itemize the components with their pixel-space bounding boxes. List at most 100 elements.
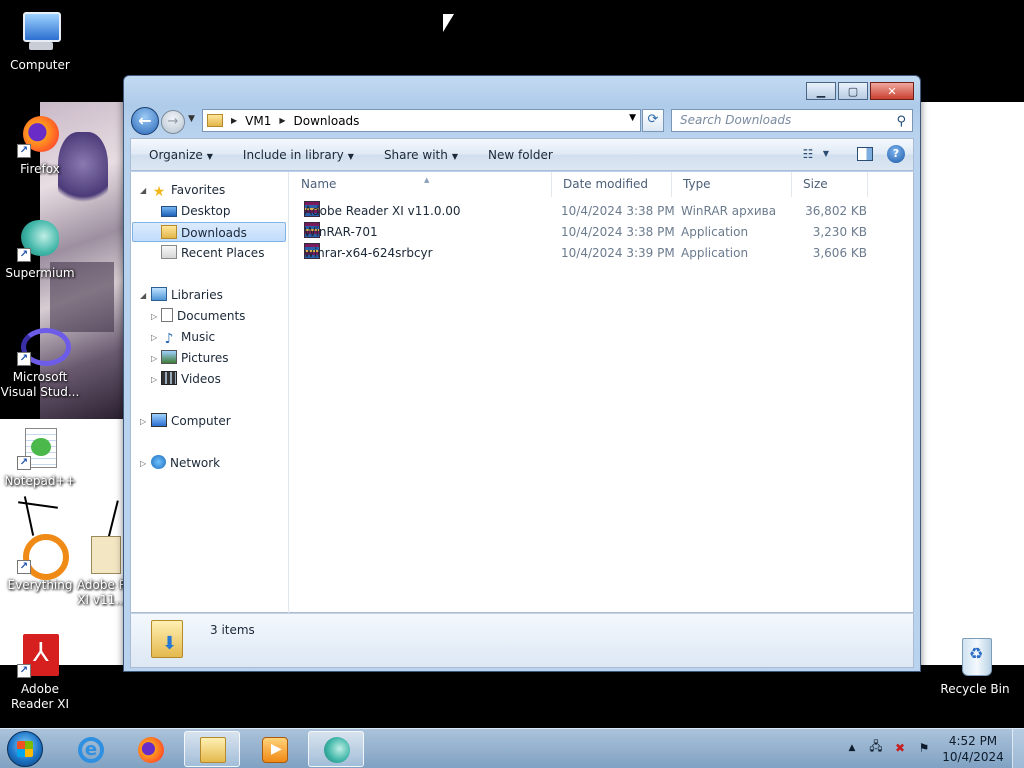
file-size: 3,606 KB: [812, 246, 867, 260]
desktop-icon-notepad-plus-plus[interactable]: ↗ Notepad++: [0, 424, 80, 489]
column-header-size[interactable]: Size: [792, 172, 868, 197]
nav-item-videos[interactable]: Videos: [161, 369, 221, 389]
desktop-icon-everything[interactable]: ↗ Everything: [0, 528, 80, 593]
taskbar-media-player[interactable]: [246, 731, 302, 767]
expand-triangle-icon[interactable]: ▷: [151, 354, 157, 363]
expand-triangle-icon[interactable]: ▷: [151, 375, 157, 384]
explorer-window: ▁ ▢ ✕ ← → ▼ ▶ VM1 ▶ Downloads ▼ ⟳ Search…: [123, 75, 921, 672]
organize-button[interactable]: Organize ▼: [149, 148, 213, 162]
address-bar[interactable]: ▶ VM1 ▶ Downloads ▼: [202, 109, 641, 132]
desktop-icon: [161, 206, 177, 217]
refresh-button[interactable]: ⟳: [642, 109, 664, 132]
include-in-library-button[interactable]: Include in library ▼: [243, 148, 354, 162]
forward-button[interactable]: →: [161, 110, 185, 134]
back-button[interactable]: ←: [131, 107, 159, 135]
mouse-cursor-icon: [443, 14, 454, 32]
show-hidden-icons-icon[interactable]: ▲: [842, 743, 862, 753]
network-status-icon[interactable]: 🖧: [866, 737, 886, 758]
nav-label: Downloads: [181, 226, 247, 240]
desktop-icon-adobe-reader-folder[interactable]: Adobe R XI v11...: [74, 528, 130, 608]
expand-triangle-icon[interactable]: ▷: [151, 312, 157, 321]
breadcrumb-vm1[interactable]: VM1: [245, 114, 271, 128]
window-controls: ▁ ▢ ✕: [806, 82, 914, 100]
share-with-label: Share with: [383, 147, 448, 162]
search-input[interactable]: Search Downloads ⚲: [671, 109, 913, 132]
expand-triangle-icon[interactable]: ▷: [140, 417, 146, 426]
table-row[interactable]: [290, 276, 890, 297]
change-view-icon[interactable]: ☷: [799, 146, 817, 162]
nav-item-music[interactable]: ♪ Music: [161, 327, 216, 347]
file-type: Application: [681, 225, 749, 239]
nav-item-libraries[interactable]: Libraries: [151, 285, 223, 305]
chevron-down-icon[interactable]: ▼: [629, 113, 636, 123]
help-icon[interactable]: ?: [887, 145, 905, 163]
volume-muted-icon[interactable]: ✖: [890, 741, 910, 755]
nav-item-pictures[interactable]: Pictures: [161, 348, 229, 368]
chevron-down-icon[interactable]: ▼: [817, 146, 835, 162]
taskbar-supermium[interactable]: [308, 731, 364, 767]
desktop-icon-adobe-reader[interactable]: ↗ Adobe Reader XI: [0, 632, 80, 712]
table-row[interactable]: Adobe Reader XI v11.0.00 10/4/2024 3:38 …: [289, 201, 889, 222]
search-icon[interactable]: ⚲: [896, 111, 906, 132]
new-folder-button[interactable]: New folder: [488, 148, 553, 162]
minimize-button[interactable]: ▁: [806, 82, 836, 100]
desktop-icon-visual-studio[interactable]: ↗ Microsoft Visual Stud...: [0, 320, 80, 400]
clock[interactable]: 4:52 PM 10/4/2024: [938, 733, 1008, 765]
taskbar-firefox[interactable]: [122, 731, 178, 767]
expand-triangle-icon[interactable]: ▷: [140, 459, 146, 468]
nav-item-documents[interactable]: Documents: [161, 306, 245, 326]
nav-label: Desktop: [181, 204, 231, 218]
file-type: Application: [681, 246, 749, 260]
share-with-button[interactable]: Share with ▼: [384, 148, 458, 162]
start-button[interactable]: [3, 729, 47, 768]
windows-orb-icon: [7, 731, 43, 767]
nav-item-computer[interactable]: Computer: [151, 411, 231, 431]
item-count: 3 items: [210, 623, 255, 637]
shortcut-arrow-icon: ↗: [17, 144, 31, 158]
table-row[interactable]: WinRAR-701 10/4/2024 3:38 PM Application…: [289, 222, 889, 243]
recent-pages-dropdown[interactable]: ▼: [188, 114, 195, 124]
firefox-icon: [138, 737, 164, 763]
action-center-flag-icon[interactable]: ⚑: [914, 741, 934, 755]
nav-item-desktop[interactable]: Desktop: [161, 201, 231, 221]
nav-item-network[interactable]: Network: [151, 453, 220, 473]
close-button[interactable]: ✕: [870, 82, 914, 100]
desktop-icon-recycle-bin[interactable]: Recycle Bin: [935, 632, 1015, 697]
folder-icon: [200, 737, 226, 763]
collapse-triangle-icon[interactable]: ◢: [140, 186, 146, 195]
desktop-icon-supermium[interactable]: ↗ Supermium: [0, 216, 80, 281]
nav-item-favorites[interactable]: ★ Favorites: [151, 180, 226, 200]
taskbar: e ▲ 🖧 ✖ ⚑ 4:52 PM 10/4/2024: [0, 728, 1024, 768]
chevron-right-icon[interactable]: ▶: [231, 116, 237, 125]
expand-triangle-icon[interactable]: ▷: [151, 333, 157, 342]
column-header-date-modified[interactable]: Date modified: [552, 172, 672, 197]
nav-item-downloads[interactable]: Downloads: [132, 222, 286, 242]
file-type: WinRAR архива: [681, 204, 777, 218]
desktop-icon-firefox[interactable]: ↗ Firefox: [0, 112, 80, 177]
breadcrumb-downloads[interactable]: Downloads: [294, 114, 360, 128]
desktop-icon-label: Adobe R XI v11...: [76, 578, 128, 607]
preview-pane-icon[interactable]: [857, 147, 873, 161]
desktop-icon-computer[interactable]: Computer: [0, 8, 80, 73]
adobe-reader-icon: ↗: [17, 632, 63, 678]
taskbar-internet-explorer[interactable]: e: [62, 731, 118, 767]
taskbar-windows-explorer[interactable]: [184, 731, 240, 767]
collapse-triangle-icon[interactable]: ◢: [140, 291, 146, 300]
shortcut-arrow-icon: ↗: [17, 664, 31, 678]
nav-label: Videos: [181, 372, 221, 386]
maximize-button[interactable]: ▢: [838, 82, 868, 100]
command-bar: Organize ▼ Include in library ▼ Share with…: [130, 138, 914, 171]
chevron-right-icon[interactable]: ▶: [279, 116, 285, 125]
file-date: 10/4/2024 3:38 PM: [561, 204, 675, 218]
column-header-type[interactable]: Type: [672, 172, 792, 197]
nav-item-recent-places[interactable]: Recent Places: [161, 243, 264, 263]
column-header-name[interactable]: Name ▲: [290, 172, 552, 197]
table-row[interactable]: winrar-x64-624srbcyr 10/4/2024 3:39 PM A…: [289, 243, 889, 264]
show-desktop-button[interactable]: [1012, 729, 1024, 768]
internet-explorer-icon: e: [78, 737, 104, 763]
desktop-icon-label: Microsoft Visual Stud...: [0, 370, 80, 399]
chevron-down-icon: ▼: [451, 151, 458, 161]
pictures-icon: [161, 350, 177, 364]
shortcut-arrow-icon: ↗: [17, 560, 31, 574]
file-name: Adobe Reader XI v11.0.00: [304, 204, 461, 218]
